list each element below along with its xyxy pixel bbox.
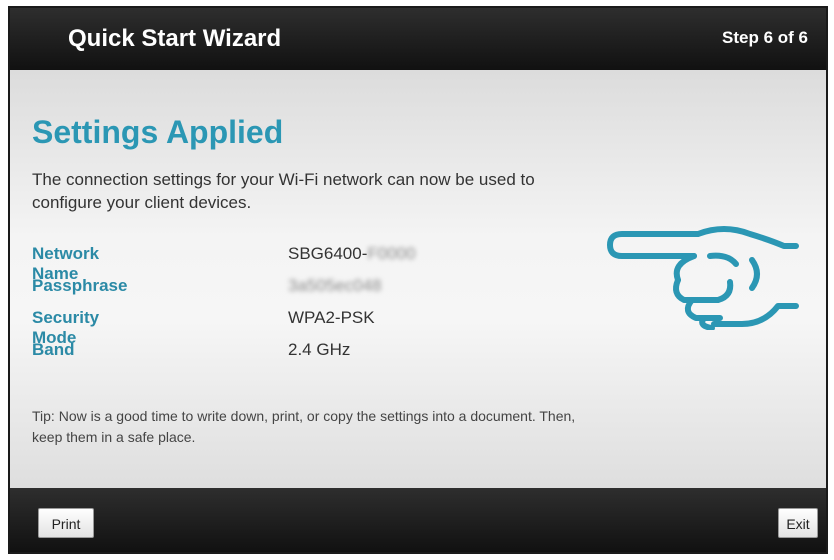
exit-button[interactable]: Exit <box>778 508 818 538</box>
network-name-prefix: SBG6400- <box>288 244 368 263</box>
footer-bar: Print Exit <box>10 488 826 552</box>
print-button[interactable]: Print <box>38 508 94 538</box>
network-name-value: SBG6400-F0000 <box>288 244 416 264</box>
wizard-window: Quick Start Wizard Step 6 of 6 Settings … <box>8 6 828 554</box>
page-title: Settings Applied <box>32 114 284 150</box>
title-bar: Quick Start Wizard Step 6 of 6 <box>10 8 826 70</box>
passphrase-label: Passphrase <box>32 276 128 295</box>
band-label: Band <box>32 340 75 359</box>
step-indicator: Step 6 of 6 <box>722 28 808 47</box>
content-panel: Settings Applied The connection settings… <box>10 70 826 488</box>
intro-text: The connection settings for your Wi-Fi n… <box>32 170 535 212</box>
passphrase-value: 3a505ec048 <box>288 276 382 295</box>
network-name-redacted: F0000 <box>367 244 416 263</box>
band-value: 2.4 GHz <box>288 340 351 359</box>
pointing-hand-icon <box>607 226 799 330</box>
tip-text: Tip: Now is a good time to write down, p… <box>32 408 576 445</box>
security-mode-value: WPA2-PSK <box>288 308 375 327</box>
wizard-title: Quick Start Wizard <box>68 25 282 52</box>
